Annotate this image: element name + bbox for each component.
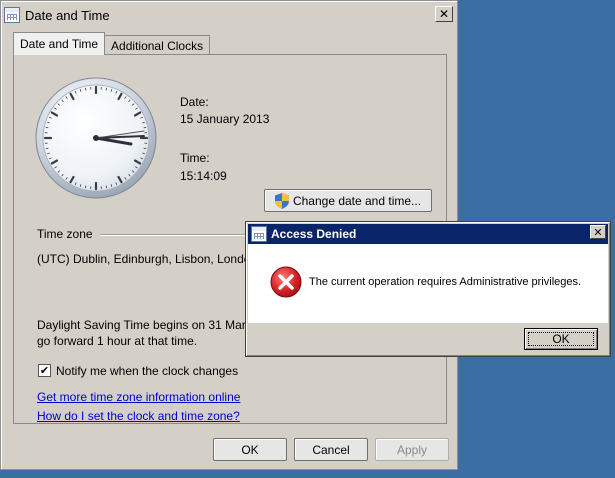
close-icon: ✕: [438, 7, 450, 21]
cancel-button[interactable]: Cancel: [294, 438, 368, 461]
uac-shield-icon: [274, 192, 289, 209]
notify-label[interactable]: Notify me when the clock changes: [56, 364, 238, 378]
tab-additional-clocks[interactable]: Additional Clocks: [104, 35, 211, 55]
tab-strip: Date and Time Additional Clocks: [13, 32, 211, 55]
change-date-time-button[interactable]: Change date and time...: [264, 189, 432, 212]
tab-date-and-time[interactable]: Date and Time: [13, 32, 106, 55]
dialog-title: Access Denied: [271, 227, 357, 241]
time-value: 15:14:09: [180, 169, 227, 183]
analog-clock-icon: [35, 77, 157, 199]
how-to-set-clock-link[interactable]: How do I set the clock and time zone?: [37, 409, 240, 423]
dialog-ok-button[interactable]: OK: [524, 328, 598, 350]
window-title: Date and Time: [25, 7, 110, 23]
dialog-message: The current operation requires Administr…: [309, 276, 582, 288]
dialog-titlebar[interactable]: Access Denied: [248, 224, 608, 244]
error-icon: [270, 266, 302, 298]
window-titlebar[interactable]: Date and Time: [4, 4, 454, 26]
ok-button[interactable]: OK: [213, 438, 287, 461]
time-label: Time:: [180, 151, 210, 165]
dialog-ok-label: OK: [552, 332, 570, 346]
dialog-close-button[interactable]: ✕: [590, 225, 606, 239]
close-icon: ✕: [593, 225, 603, 239]
checkmark-icon: ✔: [39, 364, 50, 377]
time-zone-heading: Time zone: [37, 227, 93, 241]
apply-button[interactable]: Apply: [375, 438, 449, 461]
dst-info-line-1: Daylight Saving Time begins on 31 March: [37, 318, 259, 332]
access-denied-dialog: Access Denied ✕ The current operation re…: [245, 221, 611, 357]
dialog-message-area: The current operation requires Administr…: [248, 244, 608, 323]
dst-info-line-2: go forward 1 hour at that time.: [37, 334, 198, 348]
time-zone-info-link[interactable]: Get more time zone information online: [37, 390, 240, 404]
date-value: 15 January 2013: [180, 112, 270, 126]
window-close-button[interactable]: ✕: [435, 6, 453, 22]
date-time-app-icon: [251, 226, 267, 242]
time-zone-value: (UTC) Dublin, Edinburgh, Lisbon, London: [37, 252, 258, 266]
change-date-time-label: Change date and time...: [292, 193, 422, 208]
date-time-app-icon: [4, 7, 20, 23]
notify-checkbox[interactable]: ✔: [38, 364, 51, 377]
date-label: Date:: [180, 95, 209, 109]
